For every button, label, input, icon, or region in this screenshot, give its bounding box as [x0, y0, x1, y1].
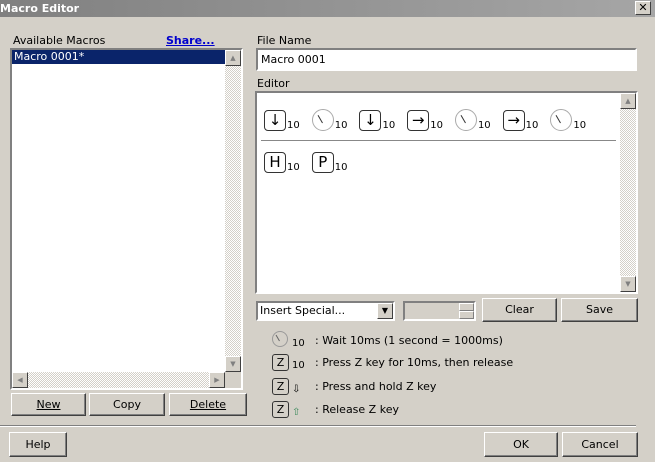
- macro-step[interactable]: ↓ 10: [359, 109, 407, 131]
- editor-scrollbar[interactable]: ▲ ▼: [620, 93, 636, 292]
- save-button[interactable]: Save: [561, 298, 638, 322]
- macro-step[interactable]: ↓ 10: [264, 109, 312, 131]
- key-icon: Z: [272, 377, 289, 395]
- duration-label: 10: [287, 162, 300, 173]
- scroll-up-icon[interactable]: ▲: [225, 50, 241, 66]
- editor-row-2: H 10 P 10: [264, 152, 359, 173]
- title-bar: Macro Editor: [0, 0, 655, 17]
- clock-icon: [550, 109, 573, 131]
- key-icon: P: [311, 152, 334, 173]
- duration-label: 10: [477, 120, 491, 131]
- key-icon: ↓: [359, 110, 382, 131]
- legend-release: Z ⇧: Release Z key: [272, 399, 632, 419]
- duration-label: 10: [287, 120, 300, 131]
- new-button[interactable]: New: [11, 393, 86, 416]
- horizontal-scrollbar[interactable]: ◀ ▶: [12, 372, 225, 388]
- duration-spinner[interactable]: [403, 301, 476, 321]
- editor-separator: [261, 140, 616, 141]
- key-icon: H: [264, 152, 286, 173]
- chevron-down-icon[interactable]: ▼: [377, 303, 393, 319]
- file-name-input[interactable]: Macro 0001: [256, 48, 637, 71]
- file-name-label: File Name: [257, 34, 312, 47]
- macro-step[interactable]: H 10: [264, 152, 312, 173]
- clock-icon: [454, 109, 477, 131]
- macro-editor[interactable]: ↓ 10 10 ↓ 10 → 10 10 → 10 10 H 10 P 10 ▲ ▼: [255, 91, 638, 294]
- duration-label: 10: [334, 120, 348, 131]
- footer-divider: [0, 425, 636, 427]
- duration-label: 10: [382, 120, 396, 131]
- clock-icon: [272, 330, 288, 347]
- scroll-left-icon[interactable]: ◀: [12, 372, 28, 388]
- key-icon: →: [502, 110, 525, 131]
- editor-label: Editor: [257, 77, 290, 90]
- macro-step[interactable]: 10: [550, 109, 598, 131]
- share-link[interactable]: Share...: [166, 34, 215, 47]
- key-icon: Z: [272, 353, 289, 371]
- scroll-down-icon[interactable]: ▼: [225, 356, 241, 372]
- editor-row-1: ↓ 10 10 ↓ 10 → 10 10 → 10 10: [264, 109, 598, 131]
- macro-list[interactable]: Macro 0001* ▲ ▼ ◀ ▶: [10, 48, 243, 390]
- spin-down-icon[interactable]: [459, 311, 474, 319]
- macro-step[interactable]: 10: [454, 109, 503, 131]
- cancel-button[interactable]: Cancel: [562, 432, 638, 457]
- legend-wait: 10: Wait 10ms (1 second = 1000ms): [272, 330, 632, 350]
- legend-hold: Z ⇩: Press and hold Z key: [272, 376, 632, 396]
- insert-special-dropdown[interactable]: Insert Special... ▼: [256, 301, 395, 321]
- up-arrow-icon: ⇧: [292, 406, 301, 418]
- scroll-down-icon[interactable]: ▼: [620, 276, 636, 292]
- macro-step[interactable]: → 10: [407, 109, 455, 131]
- macro-step[interactable]: 10: [311, 109, 360, 131]
- macro-step[interactable]: → 10: [502, 109, 551, 131]
- scroll-right-icon[interactable]: ▶: [209, 372, 225, 388]
- ok-button[interactable]: OK: [484, 432, 558, 457]
- delete-button[interactable]: Delete: [169, 393, 247, 416]
- legend-press: Z 10: Press Z key for 10ms, then release: [272, 352, 632, 372]
- window-title: Macro Editor: [0, 2, 80, 15]
- duration-label: 10: [573, 120, 587, 131]
- scroll-corner: [225, 372, 241, 388]
- down-arrow-icon: ⇩: [292, 383, 301, 395]
- duration-label: 10: [525, 120, 539, 131]
- duration-label: 10: [430, 120, 443, 131]
- key-icon: →: [407, 110, 430, 131]
- macro-step[interactable]: P 10: [311, 152, 360, 173]
- clock-icon: [311, 109, 334, 131]
- help-button[interactable]: Help: [9, 432, 67, 457]
- clear-button[interactable]: Clear: [482, 298, 557, 322]
- key-icon: Z: [272, 400, 289, 418]
- scroll-up-icon[interactable]: ▲: [620, 93, 636, 109]
- available-macros-label: Available Macros: [13, 34, 106, 47]
- close-button[interactable]: ✕: [635, 1, 651, 15]
- vertical-scrollbar[interactable]: ▲ ▼: [225, 50, 241, 372]
- spin-up-icon[interactable]: [459, 303, 474, 311]
- copy-button[interactable]: Copy: [89, 393, 165, 416]
- duration-label: 10: [334, 162, 348, 173]
- macro-list-item[interactable]: Macro 0001*: [12, 50, 226, 64]
- key-icon: ↓: [264, 110, 286, 131]
